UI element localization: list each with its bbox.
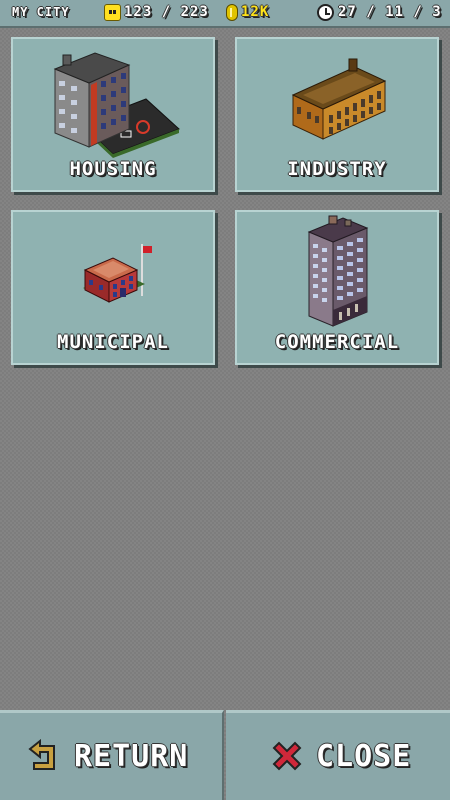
population-face-icon xyxy=(104,4,121,21)
clock-icon xyxy=(317,4,334,21)
category-industry-button[interactable]: INDUSTRY xyxy=(235,37,439,192)
factory-building-icon xyxy=(291,58,387,140)
game-date: 27 / 11 / 3 xyxy=(338,4,442,20)
category-municipal-button[interactable]: MUNICIPAL xyxy=(11,210,215,365)
category-label: MUNICIPAL xyxy=(57,331,169,353)
office-tower-icon xyxy=(307,215,369,327)
money-amount: 12K xyxy=(241,4,270,20)
category-label: INDUSTRY xyxy=(287,158,387,180)
category-housing-button[interactable]: HOUSING xyxy=(11,37,215,192)
return-arrow-icon xyxy=(28,739,55,770)
return-label: RETURN xyxy=(74,739,189,774)
return-button[interactable]: RETURN xyxy=(0,710,224,800)
category-label: HOUSING xyxy=(69,158,157,180)
category-label: COMMERCIAL xyxy=(274,331,400,353)
category-commercial-button[interactable]: COMMERCIAL xyxy=(235,210,439,365)
city-name: MY CITY xyxy=(12,5,70,19)
town-hall-icon xyxy=(83,244,152,303)
apartment-building-icon xyxy=(53,52,180,158)
population-count: 123 / 223 xyxy=(124,4,209,20)
close-button[interactable]: CLOSE xyxy=(226,710,450,800)
coin-icon xyxy=(226,4,238,21)
close-label: CLOSE xyxy=(316,739,412,774)
status-bar: MY CITY 123 / 223 12K 27 / 11 / 3 xyxy=(0,0,450,28)
close-x-icon xyxy=(272,741,302,771)
